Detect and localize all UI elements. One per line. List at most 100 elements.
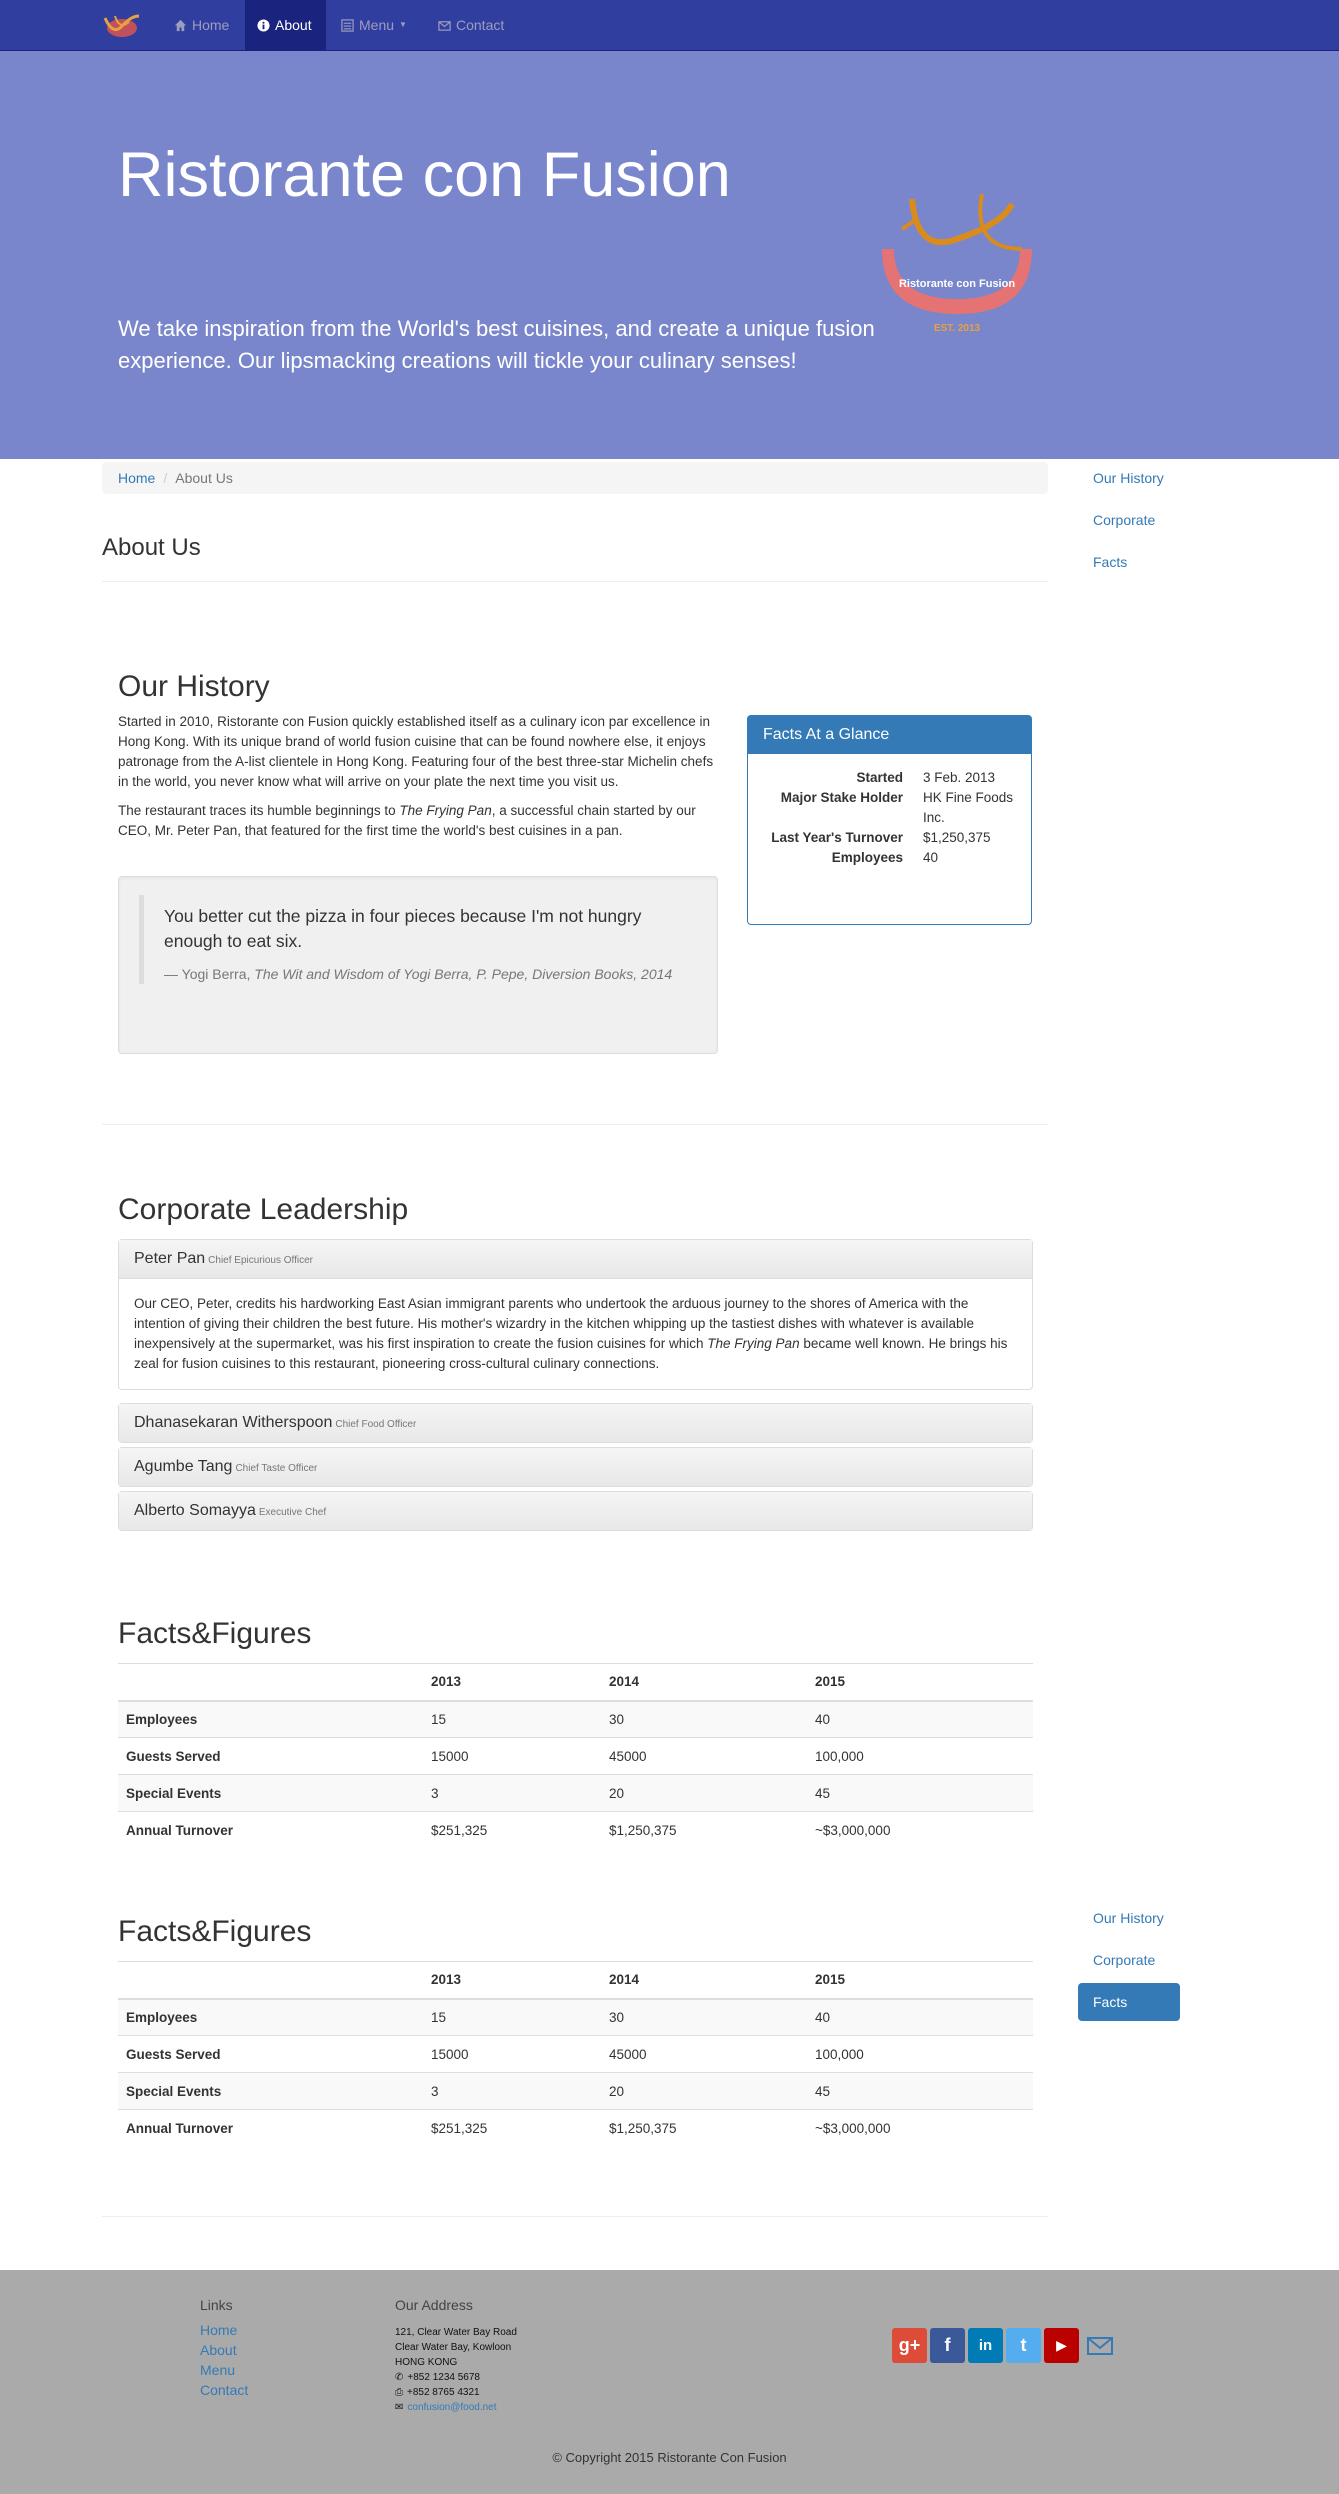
info-sign-icon bbox=[257, 18, 270, 32]
row-label: Special Events bbox=[118, 2072, 423, 2110]
accordion-panel-alberto: Alberto Somayya Executive Chef bbox=[118, 1491, 1033, 1531]
row-label: Annual Turnover bbox=[118, 2109, 423, 2147]
facts-heading: Facts&Figures bbox=[118, 1617, 312, 1650]
copyright: © Copyright 2015 Ristorante Con Fusion bbox=[552, 2450, 787, 2465]
email-link[interactable]: confusion@food.net bbox=[407, 2400, 496, 2415]
table-cell: 15000 bbox=[423, 1737, 601, 1775]
breadcrumb-separator: / bbox=[163, 470, 168, 486]
row-label: Annual Turnover bbox=[118, 1811, 423, 1849]
facts-panel-title: Facts At a Glance bbox=[748, 716, 1031, 754]
address-line: 121, Clear Water Bay Road bbox=[395, 2327, 517, 2338]
logo-est-text: EST. 2013 bbox=[934, 323, 981, 334]
breadcrumb-home-link[interactable]: Home bbox=[118, 470, 155, 486]
leader-role: Chief Food Officer bbox=[335, 1419, 417, 1430]
linkedin-icon[interactable]: in bbox=[968, 2328, 1003, 2363]
facebook-icon[interactable]: f bbox=[930, 2328, 965, 2363]
table-header bbox=[118, 1961, 423, 2000]
table-row: Annual Turnover $251,325 $1,250,375 ~$3,000… bbox=[118, 1811, 1033, 1849]
table-cell: 20 bbox=[601, 1774, 807, 1812]
sidenav-corporate[interactable]: Corporate bbox=[1078, 1941, 1180, 1979]
leader-name: Agumbe Tang bbox=[134, 1458, 233, 1475]
sidenav-our-history[interactable]: Our History bbox=[1078, 1899, 1180, 1937]
accordion-header-dhanasekaran[interactable]: Dhanasekaran Witherspoon Chief Food Offic… bbox=[119, 1404, 1032, 1442]
nav-about[interactable]: About bbox=[245, 0, 326, 50]
sidenav-corporate[interactable]: Corporate bbox=[1078, 501, 1180, 539]
row-label: Guests Served bbox=[118, 1737, 423, 1775]
sidenav-facts-active[interactable]: Facts bbox=[1078, 1983, 1180, 2021]
navbar: Home About Menu ▼ Contact bbox=[0, 0, 1339, 51]
leader-role: Chief Taste Officer bbox=[235, 1463, 318, 1474]
footer-address-heading: Our Address bbox=[395, 2297, 473, 2313]
facts-label: Major Stake Holder bbox=[780, 790, 903, 805]
facts-table: 2013 2014 2015 Employees 15 30 40 Guests Se… bbox=[118, 1663, 1033, 1849]
accordion-header-alberto[interactable]: Alberto Somayya Executive Chef bbox=[119, 1492, 1032, 1530]
page-title: About Us bbox=[102, 534, 201, 561]
table-cell: 40 bbox=[807, 1700, 1033, 1738]
sidenav-facts[interactable]: Facts bbox=[1078, 543, 1180, 581]
home-icon bbox=[174, 19, 187, 31]
facts-value: HK Fine Foods Inc. bbox=[923, 790, 1014, 825]
history-p2-em: The Frying Pan bbox=[399, 803, 492, 818]
table-cell: $251,325 bbox=[423, 2109, 601, 2147]
divider bbox=[102, 1124, 1048, 1125]
nav-menu-dropdown[interactable]: Menu ▼ bbox=[329, 0, 419, 50]
accordion-panel-dhanasekaran: Dhanasekaran Witherspoon Chief Food Offic… bbox=[118, 1403, 1033, 1443]
table-header: 2014 bbox=[601, 1961, 807, 2000]
nav-menu-label: Menu bbox=[359, 17, 395, 33]
restaurant-tagline: We take inspiration from the World's bes… bbox=[118, 316, 875, 373]
facts-row: Last Year's Turnover $1,250,375 bbox=[748, 828, 1033, 848]
table-cell: 3 bbox=[423, 2072, 601, 2110]
quote-author: — Yogi Berra, bbox=[164, 966, 255, 982]
footer-link-about[interactable]: About bbox=[200, 2340, 248, 2360]
side-nav-affixed: Our History Corporate Facts bbox=[1078, 1899, 1180, 2025]
table-cell: 45000 bbox=[601, 1737, 807, 1775]
breadcrumb: Home / About Us bbox=[102, 462, 1048, 494]
divider bbox=[102, 2216, 1048, 2217]
nav-home-label: Home bbox=[192, 17, 230, 33]
table-cell: 100,000 bbox=[807, 2035, 1033, 2073]
table-cell: 15 bbox=[423, 1998, 601, 2036]
footer-link-home[interactable]: Home bbox=[200, 2320, 248, 2340]
table-cell: 30 bbox=[601, 1998, 807, 2036]
accordion-header-peter[interactable]: Peter Pan Chief Epicurious Officer bbox=[119, 1240, 1032, 1278]
jumbotron: Ristorante con Fusion We take inspiratio… bbox=[0, 51, 1339, 459]
nav-home[interactable]: Home bbox=[162, 0, 241, 50]
restaurant-logo-icon: Ristorante con Fusion EST. 2013 bbox=[882, 193, 1032, 334]
phone-icon: ✆ bbox=[395, 2372, 404, 2383]
facts-row: Started 3 Feb. 2013 bbox=[748, 768, 1033, 788]
footer-links-heading: Links bbox=[200, 2297, 233, 2313]
facts-value: $1,250,375 bbox=[923, 830, 991, 845]
breadcrumb-current: About Us bbox=[175, 470, 233, 486]
nav-contact[interactable]: Contact bbox=[426, 0, 516, 50]
history-heading: Our History bbox=[118, 670, 270, 703]
history-p2-text: The restaurant traces its humble beginni… bbox=[118, 803, 400, 818]
quote-source: The Wit and Wisdom of Yogi Berra, P. Pep… bbox=[254, 966, 673, 982]
footer-link-contact[interactable]: Contact bbox=[200, 2380, 248, 2400]
table-cell: 20 bbox=[601, 2072, 807, 2110]
blockquote: You better cut the pizza in four pieces … bbox=[139, 895, 697, 984]
accordion-header-agumbe[interactable]: Agumbe Tang Chief Taste Officer bbox=[119, 1448, 1032, 1486]
table-header: 2014 bbox=[601, 1663, 807, 1702]
table-cell: $1,250,375 bbox=[601, 2109, 807, 2147]
table-cell: 15000 bbox=[423, 2035, 601, 2073]
facts-label: Last Year's Turnover bbox=[771, 830, 903, 845]
fax-line: ⎙ +852 8765 4321 bbox=[395, 2385, 517, 2400]
google-plus-icon[interactable]: g+ bbox=[892, 2328, 927, 2363]
bio-em: The Frying Pan bbox=[707, 1336, 800, 1351]
accordion-body-peter: Our CEO, Peter, credits his hardworking … bbox=[119, 1278, 1032, 1389]
facts-table-duplicate: 2013 2014 2015 Employees 15 30 40 Guests Se… bbox=[118, 1961, 1033, 2147]
leader-name: Peter Pan bbox=[134, 1250, 206, 1267]
twitter-icon[interactable]: t bbox=[1006, 2328, 1041, 2363]
phone-line: ✆ +852 1234 5678 bbox=[395, 2370, 517, 2385]
youtube-icon[interactable]: ▶ bbox=[1044, 2328, 1079, 2363]
table-cell: 45000 bbox=[601, 2035, 807, 2073]
facts-value: 40 bbox=[923, 850, 939, 865]
envelope-icon bbox=[438, 20, 451, 31]
brand-logo-icon[interactable] bbox=[101, 12, 143, 40]
address-line: HONG KONG bbox=[395, 2357, 458, 2368]
table-cell: 45 bbox=[807, 1774, 1033, 1812]
footer-link-menu[interactable]: Menu bbox=[200, 2360, 248, 2380]
sidenav-our-history[interactable]: Our History bbox=[1078, 459, 1180, 497]
table-header-row: 2013 2014 2015 bbox=[118, 1663, 1033, 1702]
mail-icon[interactable] bbox=[1086, 2335, 1116, 2357]
